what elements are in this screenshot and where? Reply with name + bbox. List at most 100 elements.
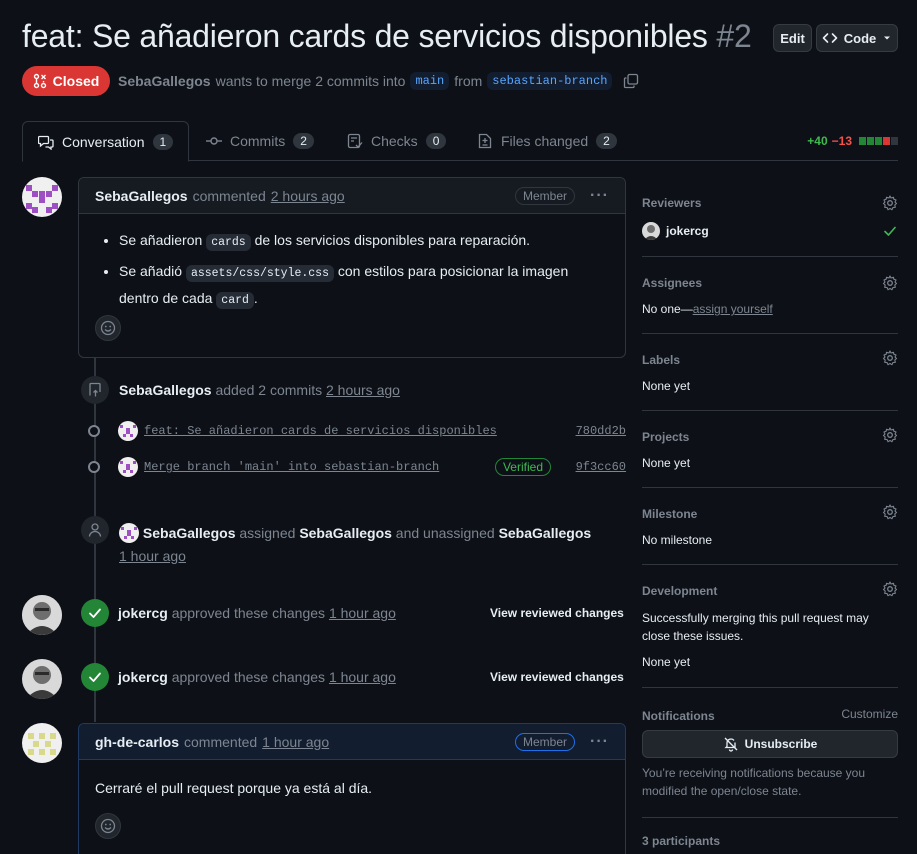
tab-files-changed[interactable]: Files changed 2 bbox=[477, 121, 617, 161]
commits-event-text: SebaGallegos added 2 commits 2 hours ago bbox=[119, 382, 400, 398]
projects-value: None yet bbox=[642, 456, 691, 470]
commit-sha-link[interactable]: 780dd2b bbox=[576, 424, 626, 438]
assignees-value: No one— bbox=[642, 302, 693, 316]
comment-author[interactable]: gh-de-carlos bbox=[95, 734, 179, 750]
diffstat-bar bbox=[858, 134, 898, 148]
kebab-menu-icon[interactable]: ··· bbox=[590, 187, 609, 205]
smiley-icon bbox=[100, 818, 116, 834]
event-time[interactable]: 1 hour ago bbox=[119, 548, 186, 564]
tab-commits-count: 2 bbox=[293, 133, 314, 149]
comment-discussion-icon bbox=[38, 135, 54, 150]
code-icon bbox=[822, 33, 838, 43]
gear-icon[interactable] bbox=[882, 427, 898, 443]
avatar-small bbox=[119, 523, 139, 543]
avatar-gh-de-carlos[interactable] bbox=[22, 723, 62, 763]
gear-icon[interactable] bbox=[882, 275, 898, 291]
code-button[interactable]: Code bbox=[816, 24, 898, 52]
participants-count: 3 participants bbox=[642, 834, 721, 848]
customize-link[interactable]: Customize bbox=[841, 707, 898, 721]
view-reviewed-changes-button[interactable]: View reviewed changes bbox=[490, 606, 624, 620]
avatar-jokercg[interactable] bbox=[22, 659, 62, 699]
commit-row: feat: Se añadieron cards de servicios di… bbox=[84, 421, 626, 441]
diffstat-deletions: −13 bbox=[831, 134, 852, 148]
development-text: Successfully merging this pull request m… bbox=[642, 611, 869, 643]
comment-time[interactable]: 2 hours ago bbox=[271, 188, 345, 204]
sidebar-title: Reviewers bbox=[642, 196, 702, 210]
sidebar-projects: Projects None yet bbox=[642, 411, 898, 488]
review-time[interactable]: 1 hour ago bbox=[329, 669, 396, 685]
state-badge-closed: Closed bbox=[22, 66, 110, 96]
tab-checks[interactable]: Checks 0 bbox=[347, 121, 447, 161]
pr-author-link[interactable]: SebaGallegos bbox=[118, 73, 211, 89]
list-item: Se añadieron cards de los servicios disp… bbox=[119, 228, 609, 255]
commit-message-link[interactable]: feat: Se añadieron cards de servicios di… bbox=[144, 424, 497, 438]
reviewer-name-link[interactable]: jokercg bbox=[666, 224, 709, 238]
edit-button[interactable]: Edit bbox=[773, 24, 812, 52]
divider bbox=[642, 817, 898, 818]
gear-icon[interactable] bbox=[882, 350, 898, 366]
event-author[interactable]: SebaGallegos bbox=[119, 382, 212, 398]
review-author[interactable]: jokercg bbox=[118, 669, 168, 685]
smiley-icon bbox=[100, 320, 116, 336]
unsubscribe-label: Unsubscribe bbox=[744, 737, 818, 751]
tab-commits-label: Commits bbox=[230, 133, 286, 149]
commit-row: Merge branch 'main' into sebastian-branc… bbox=[84, 457, 626, 477]
comment-action: commented bbox=[192, 187, 266, 204]
assign-yourself-link[interactable]: assign yourself bbox=[693, 302, 773, 316]
labels-value: None yet bbox=[642, 379, 691, 393]
review-time[interactable]: 1 hour ago bbox=[329, 605, 396, 621]
commit-sha-link[interactable]: 9f3cc60 bbox=[576, 460, 626, 474]
sidebar-reviewers: Reviewers jokercg bbox=[642, 187, 898, 257]
commit-message-link[interactable]: Merge branch 'main' into sebastian-branc… bbox=[144, 460, 439, 474]
comment-first: SebaGallegos commented 2 hours ago Membe… bbox=[78, 177, 626, 358]
review-author[interactable]: jokercg bbox=[118, 605, 168, 621]
comment-author[interactable]: SebaGallegos bbox=[95, 188, 188, 204]
head-branch[interactable]: sebastian-branch bbox=[487, 72, 613, 90]
add-reaction-button[interactable] bbox=[95, 813, 121, 839]
comment-action: commented bbox=[184, 733, 258, 750]
base-branch[interactable]: main bbox=[410, 72, 450, 90]
view-reviewed-changes-button[interactable]: View reviewed changes bbox=[490, 670, 624, 684]
diffstat-additions: +40 bbox=[807, 134, 828, 148]
role-badge: Member bbox=[515, 186, 576, 205]
gear-icon[interactable] bbox=[882, 195, 898, 211]
assign-event-text: SebaGallegos assigned SebaGallegos and u… bbox=[119, 523, 592, 564]
tab-conversation[interactable]: Conversation 1 bbox=[22, 121, 190, 162]
comment-header: gh-de-carlos commented 1 hour ago Member… bbox=[79, 724, 625, 760]
tab-checks-count: 0 bbox=[425, 133, 447, 149]
bell-slash-icon bbox=[724, 737, 738, 752]
code-button-label: Code bbox=[843, 30, 877, 46]
pr-title-text: feat: Se añadieron cards de servicios di… bbox=[22, 18, 708, 54]
commit-dot bbox=[88, 461, 100, 473]
review-event-text: jokercg approved these changes 1 hour ag… bbox=[118, 669, 396, 685]
event-target[interactable]: SebaGallegos bbox=[299, 525, 392, 541]
gear-icon[interactable] bbox=[882, 581, 898, 597]
sidebar-milestone: Milestone No milestone bbox=[642, 488, 898, 565]
avatar-jokercg[interactable] bbox=[22, 595, 62, 635]
avatar-small bbox=[118, 457, 138, 477]
sidebar-title: Development bbox=[642, 584, 718, 598]
tab-commits[interactable]: Commits 2 bbox=[206, 121, 314, 161]
comment-last: gh-de-carlos commented 1 hour ago Member… bbox=[78, 723, 626, 854]
comment-time[interactable]: 1 hour ago bbox=[262, 734, 329, 750]
kebab-menu-icon[interactable]: ··· bbox=[590, 733, 609, 751]
event-actor[interactable]: SebaGallegos bbox=[143, 525, 236, 541]
avatar-sebagallegos[interactable] bbox=[22, 177, 62, 217]
sidebar-title: Projects bbox=[642, 430, 690, 444]
sidebar-title: Notifications bbox=[642, 709, 715, 723]
file-diff-icon bbox=[478, 133, 492, 149]
add-reaction-button[interactable] bbox=[95, 315, 121, 341]
gear-icon[interactable] bbox=[882, 504, 898, 520]
from-text: from bbox=[454, 73, 483, 89]
verified-badge[interactable]: Verified bbox=[494, 458, 551, 476]
event-target[interactable]: SebaGallegos bbox=[499, 525, 592, 541]
chevron-down-icon bbox=[884, 36, 891, 40]
pr-meta: SebaGallegos wants to merge 2 commits in… bbox=[118, 72, 639, 90]
development-value: None yet bbox=[642, 655, 691, 669]
comment-header: SebaGallegos commented 2 hours ago Membe… bbox=[79, 178, 625, 214]
sidebar-notifications-header: Notifications Customize bbox=[642, 707, 898, 723]
copy-icon[interactable] bbox=[623, 73, 639, 89]
event-time[interactable]: 2 hours ago bbox=[326, 382, 400, 398]
tab-conversation-count: 1 bbox=[152, 133, 174, 150]
unsubscribe-button[interactable]: Unsubscribe bbox=[642, 730, 898, 758]
